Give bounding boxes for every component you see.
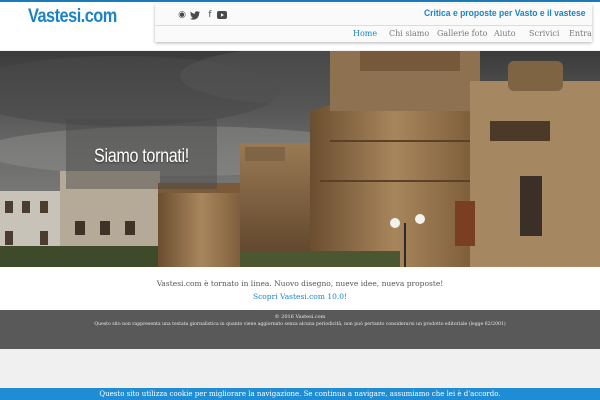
- discover-link[interactable]: Scopri Vastesi.com 10.0!: [0, 292, 600, 301]
- nav-item-entra[interactable]: Entra: [569, 29, 592, 38]
- rss-icon[interactable]: ◉: [176, 9, 188, 21]
- youtube-icon[interactable]: [216, 9, 228, 21]
- facebook-icon[interactable]: f: [204, 9, 216, 21]
- nav-item-chi-siamo[interactable]: Chi siamo: [389, 29, 429, 38]
- hero-banner: Siamo tornati!: [0, 51, 600, 267]
- nav-item-aiuto[interactable]: Aiuto: [494, 29, 516, 38]
- main-nav: Home Chi siamo Gallerie foto Aiuto Scriv…: [155, 26, 592, 42]
- footer-copyright: © 2016 Vastesi.com: [274, 314, 326, 320]
- header-panel: ◉ f Critica e proposte per Vasto e il va…: [155, 4, 592, 42]
- nav-item-home[interactable]: Home: [353, 29, 377, 38]
- nav-item-scrivici[interactable]: Scrivici: [529, 29, 559, 38]
- hero-title: Siamo tornati!: [94, 146, 189, 167]
- page-spacer: [0, 349, 600, 388]
- site-tagline: Critica e proposte per Vasto e il vastes…: [424, 8, 586, 19]
- cookie-banner-text: Questo sito utilizza cookie per migliora…: [99, 390, 501, 398]
- footer-legal-note: Questo sito non rappresenta una testata …: [94, 322, 506, 327]
- site-logo[interactable]: Vastesi.com: [28, 6, 117, 28]
- intro-text: Vastesi.com è tornato in linea. Nuovo di…: [156, 279, 444, 288]
- twitter-icon[interactable]: [189, 9, 201, 21]
- nav-item-gallerie-foto[interactable]: Gallerie foto: [437, 29, 487, 38]
- intro-section: [0, 267, 600, 310]
- header-top-row: ◉ f Critica e proposte per Vasto e il va…: [155, 4, 592, 26]
